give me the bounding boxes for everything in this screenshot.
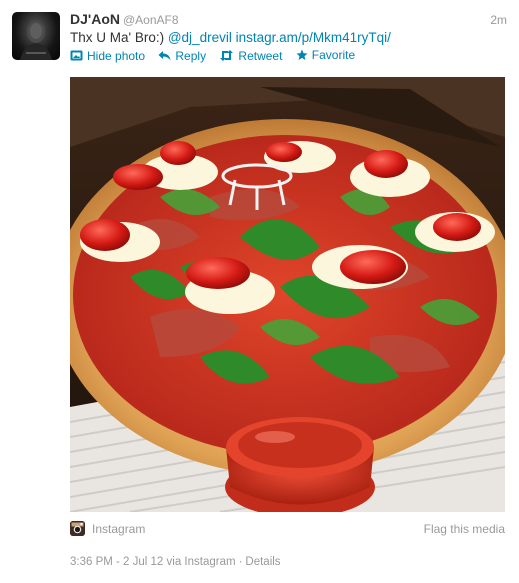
tweet-timestamp[interactable]: 2m xyxy=(490,13,507,27)
favorite-button[interactable]: Favorite xyxy=(296,48,355,62)
photo-icon xyxy=(70,50,83,61)
tweet-text-body: Thx U Ma' Bro:) xyxy=(70,30,168,45)
media-footer: Instagram Flag this media xyxy=(70,521,505,537)
tweet: DJ'AoN @AonAF8 2m Thx U Ma' Bro:) @dj_dre… xyxy=(0,0,519,583)
flag-media-link[interactable]: Flag this media xyxy=(424,522,505,536)
media-source-label[interactable]: Instagram xyxy=(92,522,145,536)
tweet-actions: Hide photo Reply Retweet Favorite xyxy=(70,48,365,64)
author-username[interactable]: @AonAF8 xyxy=(123,13,179,27)
reply-arrow-icon xyxy=(158,51,171,61)
metadata-separator: · xyxy=(238,556,243,568)
instagram-url-link[interactable]: instagr.am/p/Mkm41ryTqi/ xyxy=(236,30,391,45)
media-photo[interactable] xyxy=(70,77,505,512)
hide-photo-label: Hide photo xyxy=(87,48,146,63)
tweet-datetime: 3:36 PM - 2 Jul 12 via Instagram xyxy=(70,556,236,568)
hide-photo-button[interactable]: Hide photo xyxy=(70,49,145,63)
details-link[interactable]: Details xyxy=(245,556,280,568)
retweet-icon xyxy=(220,50,234,61)
mention-link[interactable]: @dj_drevil xyxy=(168,30,232,45)
author-fullname[interactable]: DJ'AoN xyxy=(70,11,120,27)
tweet-metadata: 3:36 PM - 2 Jul 12 via Instagram · Details xyxy=(70,556,281,568)
star-icon xyxy=(296,49,308,60)
favorite-label: Favorite xyxy=(311,48,356,62)
tweet-header: DJ'AoN @AonAF8 xyxy=(70,11,179,29)
reply-button[interactable]: Reply xyxy=(158,49,206,63)
pizza-photo-image xyxy=(70,77,505,512)
retweet-label: Retweet xyxy=(238,48,283,63)
instagram-icon xyxy=(70,521,85,536)
retweet-button[interactable]: Retweet xyxy=(219,49,282,63)
avatar-image xyxy=(20,21,52,60)
tweet-text: Thx U Ma' Bro:) @dj_drevil instagr.am/p/… xyxy=(70,30,391,45)
avatar[interactable] xyxy=(12,12,60,60)
reply-label: Reply xyxy=(175,48,207,63)
